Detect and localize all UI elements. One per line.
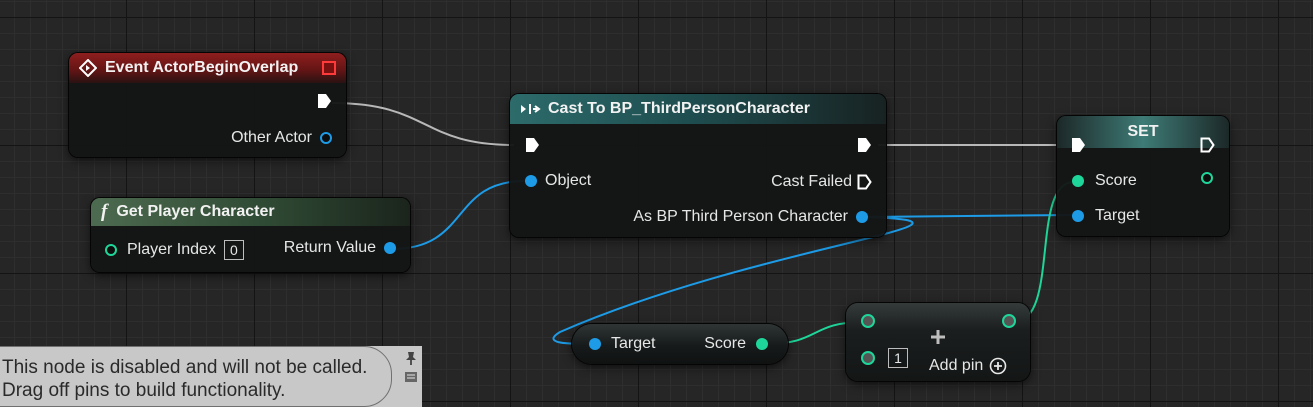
as-bp-third-person-pin[interactable]: [856, 211, 868, 223]
cast-exec-out-pin-icon[interactable]: [857, 137, 872, 153]
set-target-label: Target: [1095, 207, 1140, 224]
cast-exec-in-pin-icon[interactable]: [525, 137, 540, 153]
other-actor-label: Other Actor: [231, 129, 312, 146]
return-value-label: Return Value: [283, 239, 376, 256]
cast-node[interactable]: Cast To BP_ThirdPersonCharacter Object C…: [510, 94, 886, 237]
plus-icon: [931, 330, 945, 344]
event-delegate-icon[interactable]: [322, 61, 336, 75]
comment-icon: [405, 372, 417, 382]
getter-target-label: Target: [611, 335, 656, 352]
getter-score-label: Score: [704, 335, 746, 352]
set-score-out-pin[interactable]: [1201, 172, 1213, 184]
add-output-pin[interactable]: [1002, 314, 1016, 328]
as-bp-third-person-label: As BP Third Person Character: [633, 208, 848, 225]
set-score-label: Score: [1095, 172, 1137, 189]
set-exec-in-pin-icon[interactable]: [1071, 137, 1086, 153]
other-actor-pin[interactable]: [320, 132, 332, 144]
player-index-pin[interactable]: [105, 244, 117, 256]
player-index-label: Player Index: [127, 241, 216, 258]
event-node-header[interactable]: Event ActorBeginOverlap: [69, 53, 346, 83]
add-node[interactable]: 1 Add pin: [846, 303, 1030, 381]
getter-score-pin[interactable]: [756, 338, 768, 350]
set-score-in-pin[interactable]: [1072, 175, 1084, 187]
pin-icon[interactable]: [403, 350, 419, 366]
set-target-pin[interactable]: [1072, 210, 1084, 222]
score-getter-node[interactable]: Target Score: [572, 324, 788, 364]
add-circle-icon: [989, 357, 1007, 375]
comment-line-2: Drag off pins to build functionality.: [2, 380, 286, 401]
set-node[interactable]: SET Score Target: [1057, 116, 1229, 236]
event-diamond-icon: [79, 59, 97, 77]
disabled-node-comment: This node is disabled and will not be ca…: [0, 346, 422, 407]
return-value-pin[interactable]: [384, 242, 396, 254]
func-node-header[interactable]: f Get Player Character: [91, 198, 410, 226]
cast-node-title: Cast To BP_ThirdPersonCharacter: [548, 100, 810, 117]
object-wire-as-to-target: [865, 214, 1075, 218]
exec-out-pin-icon[interactable]: [317, 93, 332, 109]
set-node-title: SET: [1127, 123, 1159, 140]
add-pin-label: Add pin: [929, 357, 984, 374]
comment-line-1: This node is disabled and will not be ca…: [2, 357, 368, 378]
event-node-title: Event ActorBeginOverlap: [105, 59, 299, 76]
add-input-b-value[interactable]: 1: [888, 348, 908, 368]
cast-failed-label: Cast Failed: [771, 173, 852, 190]
getter-target-pin[interactable]: [589, 338, 601, 350]
object-wire-return-to-object: [391, 180, 526, 250]
add-input-b-pin[interactable]: [861, 351, 875, 365]
cast-exec-icon: [521, 104, 541, 114]
object-label: Object: [545, 172, 592, 189]
set-exec-out-pin-icon[interactable]: [1200, 137, 1215, 153]
object-pin[interactable]: [525, 175, 537, 187]
get-player-character-node[interactable]: f Get Player Character Player Index 0 Re…: [91, 198, 410, 272]
cast-failed-pin-icon[interactable]: [857, 174, 872, 190]
func-node-title: Get Player Character: [116, 203, 275, 220]
comment-text: This node is disabled and will not be ca…: [2, 356, 367, 402]
event-actor-begin-overlap-node[interactable]: Event ActorBeginOverlap Other Actor: [69, 53, 346, 157]
add-input-a-pin[interactable]: [861, 314, 875, 328]
cast-node-header[interactable]: Cast To BP_ThirdPersonCharacter: [510, 94, 886, 124]
function-f-icon: f: [101, 201, 108, 222]
exec-wire-event-to-cast: [331, 102, 515, 146]
player-index-input[interactable]: 0: [223, 240, 244, 260]
add-pin-button[interactable]: Add pin: [929, 357, 1007, 375]
